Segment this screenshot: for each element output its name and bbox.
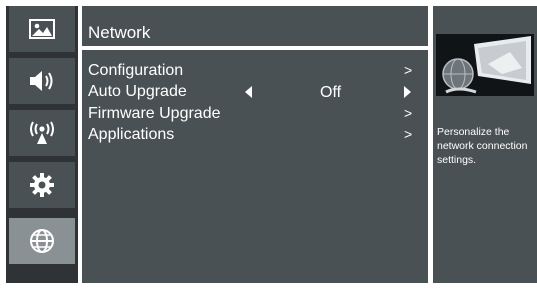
info-description: Personalize the network connection setti… xyxy=(437,126,528,166)
chevron-right-icon: > xyxy=(404,62,413,78)
divider xyxy=(82,46,428,50)
chevron-right-icon: > xyxy=(404,105,413,121)
menu-item-label: Firmware Upgrade xyxy=(88,105,221,122)
sound-icon xyxy=(30,71,53,91)
network-menu-panel: Network Configuration > Auto Upgrade Off… xyxy=(82,6,428,289)
wireless-broadcast-icon xyxy=(30,121,54,144)
picture-icon xyxy=(29,19,55,39)
sidebar-item-network[interactable] xyxy=(9,218,75,264)
sidebar-item-settings[interactable] xyxy=(9,162,75,208)
menu-item-auto-upgrade[interactable]: Auto Upgrade Off xyxy=(82,81,428,102)
sidebar-item-sound[interactable] xyxy=(9,58,75,104)
menu-item-configuration[interactable]: Configuration > xyxy=(82,60,428,81)
menu-item-label: Auto Upgrade xyxy=(88,83,187,100)
globe-icon xyxy=(30,229,54,253)
info-panel: Personalize the network connection setti… xyxy=(433,6,537,289)
menu-item-label: Configuration xyxy=(88,62,184,79)
menu-item-firmware-upgrade[interactable]: Firmware Upgrade > xyxy=(82,103,428,124)
network-illustration-icon xyxy=(436,34,534,96)
menu-item-applications[interactable]: Applications > xyxy=(82,124,428,145)
network-illustration xyxy=(436,34,534,96)
sidebar-item-broadcast[interactable] xyxy=(9,110,75,156)
chevron-right-icon: > xyxy=(404,126,413,142)
auto-upgrade-value: Off xyxy=(320,84,342,101)
triangle-left-icon[interactable] xyxy=(245,86,252,98)
triangle-right-icon[interactable] xyxy=(404,86,411,98)
page-title: Network xyxy=(88,23,151,42)
menu-item-label: Applications xyxy=(88,126,175,143)
sidebar-item-picture[interactable] xyxy=(9,6,75,52)
gear-icon xyxy=(30,173,54,197)
bottom-border xyxy=(0,283,537,289)
tv-settings-screen: Network Configuration > Auto Upgrade Off… xyxy=(0,0,537,289)
category-sidebar xyxy=(6,6,78,289)
panel-header: Network xyxy=(82,6,428,46)
